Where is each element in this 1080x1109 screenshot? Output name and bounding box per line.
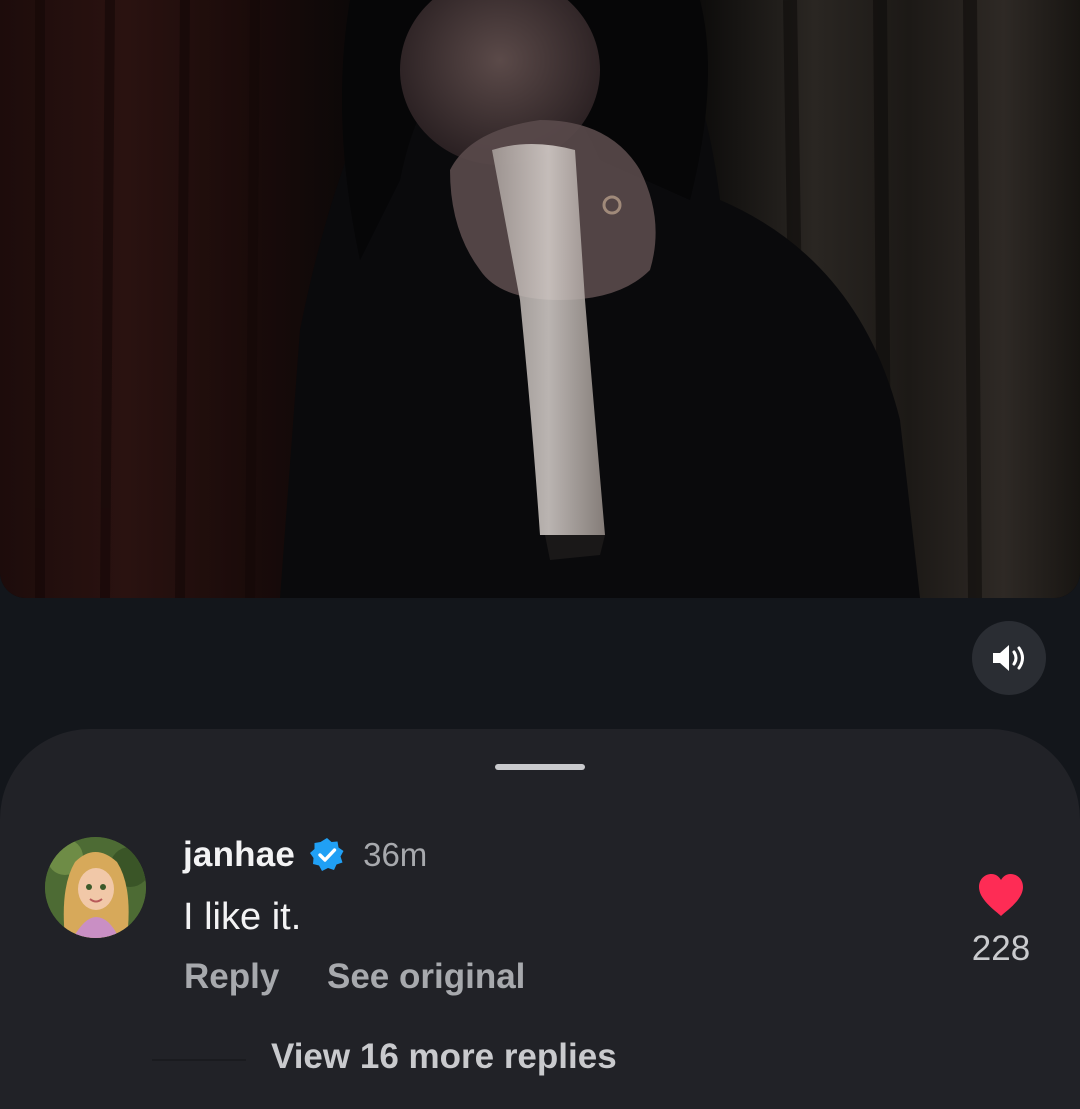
reply-button[interactable]: Reply (184, 957, 279, 997)
see-original-button[interactable]: See original (327, 957, 525, 997)
like-count: 228 (971, 929, 1031, 968)
video-frame (0, 0, 1080, 598)
comment-header: janhae 36m (183, 830, 427, 880)
comments-sheet: janhae 36m I like it. Reply See original… (0, 729, 1080, 1109)
video-player[interactable] (0, 0, 1080, 598)
comment-timestamp: 36m (363, 836, 428, 873)
view-more-replies-button[interactable]: View 16 more replies (271, 1037, 617, 1077)
sound-toggle-button[interactable] (972, 621, 1046, 695)
avatar-image (45, 837, 146, 938)
heart-filled-icon[interactable] (976, 872, 1026, 918)
avatar[interactable] (45, 837, 146, 938)
screen: janhae 36m I like it. Reply See original… (0, 0, 1080, 1109)
comment-text: I like it. (183, 896, 302, 938)
replies-divider (152, 1059, 246, 1061)
username[interactable]: janhae (183, 835, 295, 875)
verified-badge-icon (310, 838, 344, 871)
drag-handle[interactable] (495, 764, 585, 770)
speaker-on-icon (993, 645, 1024, 671)
